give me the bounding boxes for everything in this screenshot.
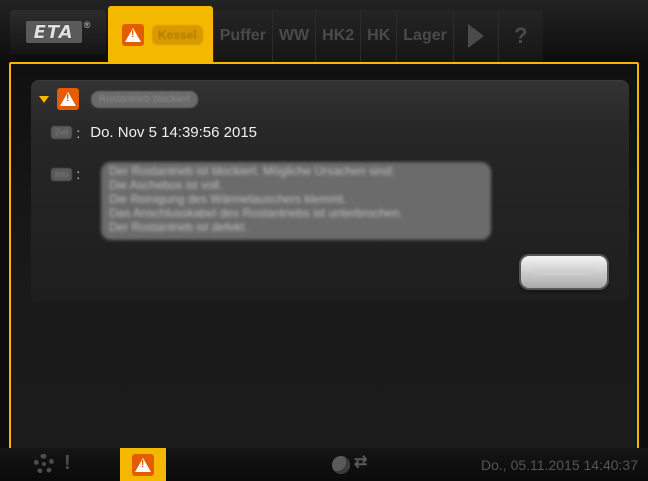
alarm-title: Rostantrieb blockiert — [91, 90, 199, 108]
tab-ww[interactable]: WW — [271, 10, 316, 62]
info-colon: : — [76, 166, 81, 182]
collapse-caret-icon[interactable] — [39, 95, 49, 103]
warning-icon — [122, 24, 144, 46]
tab-bar: Kessel Puffer WW HK2 HK Lager ? — [108, 6, 543, 64]
tab-hk2[interactable]: HK2 — [315, 10, 361, 62]
alarm-timestamp: Do. Nov 5 14:39:56 2015 — [90, 124, 258, 141]
eta-logo[interactable]: ETA ® — [10, 10, 106, 54]
time-label: Zeit — [51, 126, 73, 139]
alarm-info-row: Info : — [51, 166, 90, 182]
tab-kessel[interactable]: Kessel — [108, 6, 213, 64]
help-button[interactable]: ? — [497, 10, 543, 62]
gear-icon[interactable] — [34, 454, 54, 474]
status-bar: ! ⇄ Do., 05.11.2015 14:40:37 — [0, 448, 648, 481]
alarm-time-row: Zeit : Do. Nov 5 14:39:56 2015 — [51, 124, 257, 141]
play-icon — [467, 24, 484, 48]
tab-lager[interactable]: Lager — [396, 10, 453, 62]
acknowledge-button[interactable]: OK — [521, 256, 607, 288]
warning-icon — [132, 453, 154, 476]
tab-kessel-label: Kessel — [152, 25, 203, 45]
alarm-card-header[interactable]: Rostantrieb blockiert — [39, 86, 199, 112]
status-datetime: Do., 05.11.2015 14:40:37 — [481, 457, 638, 473]
tab-hk[interactable]: HK — [360, 10, 397, 62]
warning-icon — [57, 88, 79, 110]
message-line: Der Rostantrieb ist defekt. — [109, 220, 248, 234]
message-line: Der Rostantrieb ist blockiert. Mögliche … — [109, 164, 395, 178]
alarm-card: Rostantrieb blockiert Zeit : Do. Nov 5 1… — [31, 80, 629, 302]
next-tabs-button[interactable] — [452, 10, 498, 62]
exclamation-icon[interactable]: ! — [64, 452, 71, 475]
main-panel: Rostantrieb blockiert Zeit : Do. Nov 5 1… — [9, 62, 639, 450]
message-line: Die Aschebox ist voll. — [109, 178, 223, 192]
logo-text: ETA — [25, 21, 82, 43]
globe-icon[interactable] — [332, 456, 350, 474]
logo-registered-mark: ® — [83, 20, 91, 30]
info-label: Info — [51, 167, 73, 181]
tab-puffer[interactable]: Puffer — [212, 10, 272, 62]
message-line: Das Anschlusskabel des Rostantriebs ist … — [109, 206, 403, 220]
alarm-indicator-button[interactable] — [120, 448, 166, 481]
acknowledge-button-label: OK — [534, 269, 594, 275]
message-line: Die Reinigung des Wärmetauschers klemmt. — [109, 192, 347, 206]
alarm-message: Der Rostantrieb ist blockiert. Mögliche … — [101, 162, 491, 240]
sync-arrows-icon: ⇄ — [354, 454, 368, 471]
top-navigation: ETA ® Kessel Puffer WW HK2 HK Lager ? — [0, 0, 648, 64]
time-colon: : — [76, 124, 81, 141]
